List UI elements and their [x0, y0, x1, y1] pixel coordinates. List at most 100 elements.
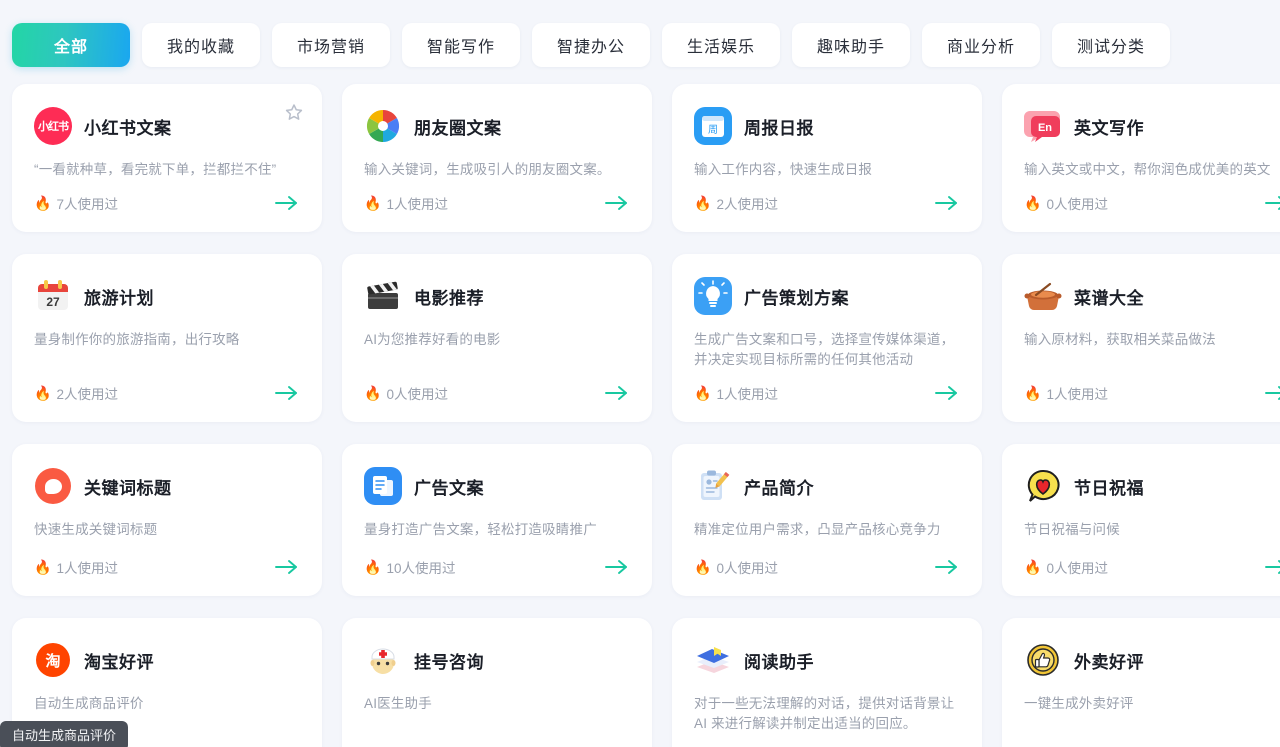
open-arrow-icon[interactable] [934, 557, 960, 577]
xiaohongshu-logo-icon: 小红书 [34, 107, 72, 145]
category-tab[interactable]: 测试分类 [1052, 23, 1170, 67]
usage-count: 🔥 0人使用过 [694, 557, 778, 577]
card-footer: 🔥 7人使用过 [34, 192, 300, 214]
open-arrow-icon[interactable] [604, 557, 630, 577]
usage-count-label: 1人使用过 [716, 387, 778, 402]
category-tab[interactable]: 生活娱乐 [662, 23, 780, 67]
usage-count: 🔥 10人使用过 [364, 557, 455, 577]
usage-count: 🔥 1人使用过 [364, 193, 448, 213]
card-footer: 🔥 1人使用过 [1024, 382, 1280, 404]
prompt-card[interactable]: 朋友圈文案 输入关键词，生成吸引人的朋友圈文案。 🔥 1人使用过 [342, 84, 652, 232]
usage-count: 🔥 2人使用过 [34, 383, 118, 403]
card-description: 输入关键词，生成吸引人的朋友圈文案。 [364, 162, 611, 177]
card-footer: 🔥 2人使用过 [34, 382, 300, 404]
usage-count: 🔥 2人使用过 [694, 193, 778, 213]
prompt-card[interactable]: 周 周报日报输入工作内容，快速生成日报 🔥 2人使用过 [672, 84, 982, 232]
category-tab[interactable]: 市场营销 [272, 23, 390, 67]
fire-icon: 🔥 [34, 195, 52, 211]
usage-count-label: 1人使用过 [56, 561, 118, 576]
prompt-card[interactable]: 电影推荐 AI为您推荐好看的电影 🔥 0人使用过 [342, 254, 652, 422]
card-footer: 🔥 0人使用过 [1024, 192, 1280, 214]
open-arrow-icon[interactable] [604, 383, 630, 403]
open-arrow-icon[interactable] [1264, 383, 1280, 403]
clipboard-memo-icon [694, 467, 732, 505]
category-tab[interactable]: 商业分析 [922, 23, 1040, 67]
card-header: 27 旅游计划 [34, 276, 300, 316]
open-arrow-icon[interactable] [274, 383, 300, 403]
category-tab-bar[interactable]: 全部 我的收藏 市场营销 智能写作 智捷办公 生活娱乐 趣味助手 商业分析 测试分类 [0, 0, 1280, 84]
usage-count: 🔥 0人使用过 [364, 383, 448, 403]
usage-count: 🔥 0人使用过 [1024, 193, 1108, 213]
prompt-card[interactable]: En 英文写作输入英文或中文，帮你润色成优美的英文 🔥 0人使用过 [1002, 84, 1280, 232]
open-arrow-icon[interactable] [274, 557, 300, 577]
open-arrow-icon[interactable] [1264, 557, 1280, 577]
open-arrow-icon[interactable] [934, 193, 960, 213]
calendar-week-icon: 周 [694, 107, 732, 145]
open-arrow-icon[interactable] [604, 193, 630, 213]
card-description: 节日祝福与问候 [1024, 522, 1120, 537]
prompt-card[interactable]: 菜谱大全输入原材料，获取相关菜品做法 🔥 1人使用过 [1002, 254, 1280, 422]
card-header: 阅读助手 [694, 640, 960, 680]
open-arrow-icon[interactable] [934, 383, 960, 403]
card-title: 电影推荐 [414, 288, 484, 308]
document-copy-icon [364, 467, 402, 505]
usage-count-label: 7人使用过 [56, 197, 118, 212]
card-description: AI为您推荐好看的电影 [364, 332, 501, 347]
card-header: 产品简介 [694, 466, 960, 506]
prompt-card[interactable]: 小红书 小红书文案 “一看就种草，看完就下单，拦都拦不住” 🔥 7人使用过 [12, 84, 322, 232]
card-header: 小红书 小红书文案 [34, 106, 300, 146]
prompt-card[interactable]: 产品简介精准定位用户需求，凸显产品核心竞争力 🔥 0人使用过 [672, 444, 982, 596]
prompt-card[interactable]: 外卖好评 一键生成外卖好评 [1002, 618, 1280, 747]
usage-count-label: 1人使用过 [386, 197, 448, 212]
prompt-card[interactable]: 广告文案 量身打造广告文案，轻松打造吸睛推广 🔥 10人使用过 [342, 444, 652, 596]
card-header: 关键词标题 [34, 466, 300, 506]
card-footer: 🔥 1人使用过 [364, 192, 630, 214]
calendar-date-icon: 27 [34, 277, 72, 315]
category-tab[interactable]: 趣味助手 [792, 23, 910, 67]
card-header: 周 周报日报 [694, 106, 960, 146]
card-header: En 英文写作 [1024, 106, 1280, 146]
heart-bubble-icon [1024, 467, 1062, 505]
card-title: 旅游计划 [84, 288, 154, 308]
category-tab[interactable]: 智能写作 [402, 23, 520, 67]
card-description: 精准定位用户需求，凸显产品核心竞争力 [694, 522, 941, 537]
taobao-logo-icon: 淘 [34, 641, 72, 679]
card-title: 淘宝好评 [84, 652, 154, 672]
card-description: 输入英文或中文，帮你润色成优美的英文 [1024, 162, 1271, 177]
card-description: 输入原材料，获取相关菜品做法 [1024, 332, 1216, 347]
category-tab-active[interactable]: 全部 [12, 23, 130, 67]
card-description: “一看就种草，看完就下单，拦都拦不住” [34, 162, 277, 177]
open-arrow-icon[interactable] [1264, 193, 1280, 213]
category-tab[interactable]: 智捷办公 [532, 23, 650, 67]
card-header: 广告文案 [364, 466, 630, 506]
card-footer: 🔥 1人使用过 [34, 556, 300, 578]
usage-count-label: 0人使用过 [386, 387, 448, 402]
card-title: 节日祝福 [1074, 478, 1144, 498]
card-header: 菜谱大全 [1024, 276, 1280, 316]
category-tab[interactable]: 我的收藏 [142, 23, 260, 67]
prompt-card[interactable]: 挂号咨询 AI医生助手 [342, 618, 652, 747]
usage-count: 🔥 0人使用过 [1024, 557, 1108, 577]
card-title: 广告策划方案 [744, 288, 849, 308]
card-title: 菜谱大全 [1074, 288, 1144, 308]
card-footer: 🔥 0人使用过 [694, 556, 960, 578]
usage-count: 🔥 1人使用过 [34, 557, 118, 577]
card-description: AI医生助手 [364, 696, 432, 711]
card-description: 输入工作内容，快速生成日报 [694, 162, 873, 177]
card-header: 淘淘宝好评 [34, 640, 300, 680]
prompt-card[interactable]: 27 旅游计划 量身制作你的旅游指南，出行攻略 🔥 2人使用过 [12, 254, 322, 422]
card-footer: 🔥 0人使用过 [1024, 556, 1280, 578]
card-header: 节日祝福 [1024, 466, 1280, 506]
favorite-star-icon[interactable] [284, 102, 304, 122]
usage-count-label: 0人使用过 [1046, 561, 1108, 576]
usage-count: 🔥 1人使用过 [694, 383, 778, 403]
prompt-card[interactable]: 阅读助手 对于一些无法理解的对话，提供对话背景让 AI 来进行解读并制定出适当的回… [672, 618, 982, 747]
prompt-card[interactable]: 广告策划方案 生成广告文案和口号，选择宣传媒体渠道，并决定实现目标所需的任何其他活… [672, 254, 982, 422]
prompt-card[interactable]: 关键词标题 快速生成关键词标题 🔥 1人使用过 [12, 444, 322, 596]
lightbulb-idea-icon [694, 277, 732, 315]
fire-icon: 🔥 [694, 195, 712, 211]
open-arrow-icon[interactable] [274, 193, 300, 213]
fire-icon: 🔥 [694, 385, 712, 401]
svg-text:周: 周 [708, 124, 718, 136]
prompt-card[interactable]: 节日祝福节日祝福与问候 🔥 0人使用过 [1002, 444, 1280, 596]
